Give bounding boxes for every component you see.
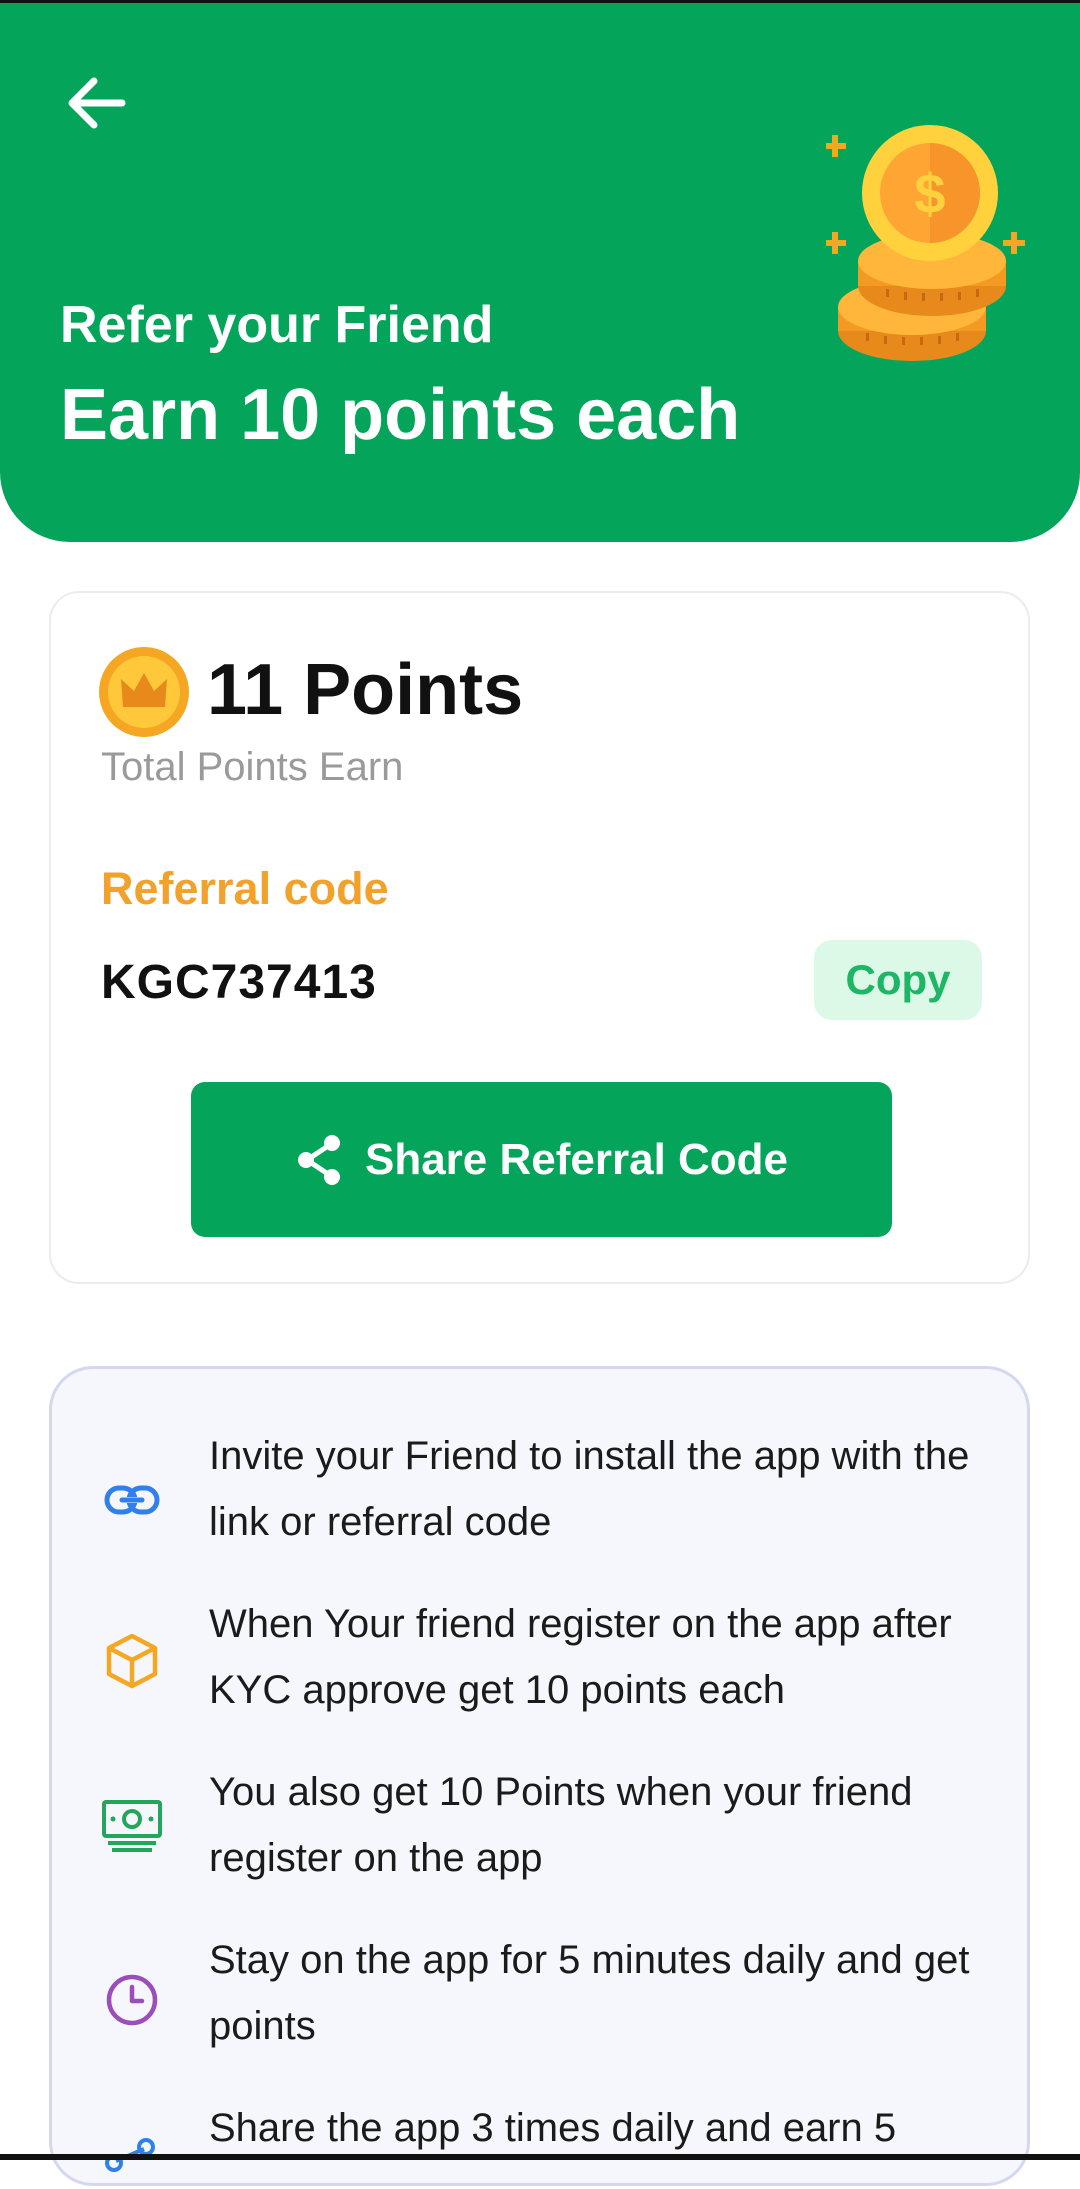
crown-coin-icon: [99, 647, 189, 737]
step-text: You also get 10 Points when your friend …: [209, 1770, 913, 1880]
steps-card: Invite your Friend to install the app wi…: [49, 1366, 1030, 2186]
page-title: Refer your Friend: [60, 296, 494, 354]
header-banner: Refer your Friend Earn 10 points each $: [0, 3, 1080, 542]
money-icon: [102, 1800, 162, 1852]
step-text: Invite your Friend to install the app wi…: [209, 1434, 970, 1544]
step-text: Stay on the app for 5 minutes daily and …: [209, 1938, 970, 2048]
step-text: When Your friend register on the app aft…: [209, 1602, 952, 1712]
referral-code-label: Referral code: [101, 863, 389, 914]
svg-text:$: $: [914, 162, 945, 225]
share-referral-button[interactable]: Share Referral Code: [191, 1082, 892, 1237]
link-icon: [104, 1485, 160, 1515]
back-arrow-icon[interactable]: [62, 73, 130, 133]
copy-button[interactable]: Copy: [814, 940, 982, 1020]
clock-icon: [106, 1974, 158, 2026]
step-text: Share the app 3 times daily and earn 5: [209, 2106, 897, 2150]
points-caption: Total Points Earn: [101, 745, 404, 789]
box-icon: [106, 1633, 158, 1689]
share-icon: [297, 1134, 340, 1185]
page-subtitle: Earn 10 points each: [60, 375, 741, 455]
points-total: 11 Points: [207, 650, 524, 730]
referral-code-value: KGC737413: [101, 956, 377, 1009]
navigation-bar-edge: [0, 2154, 1080, 2160]
points-card: 11 Points Total Points Earn Referral cod…: [49, 591, 1030, 1284]
share-button-label: Share Referral Code: [364, 1134, 789, 1184]
coins-illustration-icon: $: [826, 125, 1025, 361]
